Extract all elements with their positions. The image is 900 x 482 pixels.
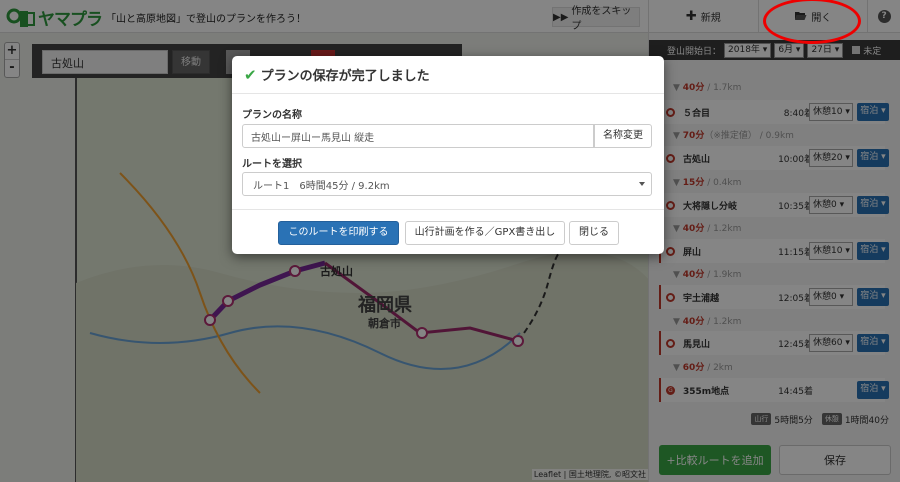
route-select[interactable]: ルート1 6時間45分 / 9.2km <box>242 172 652 196</box>
save-complete-dialog: ✔ プランの保存が完了しました プランの名称 古処山ー屏山ー馬見山 縦走 名称変… <box>232 56 664 254</box>
chevron-down-icon <box>639 182 645 186</box>
dialog-footer: このルートを印刷する 山行計画を作る／GPX書き出し 閉じる <box>232 209 664 254</box>
dialog-title: プランの保存が完了しました <box>260 69 430 84</box>
close-button[interactable]: 閉じる <box>569 221 619 245</box>
rename-button[interactable]: 名称変更 <box>594 124 652 148</box>
plan-name-input[interactable]: 古処山ー屏山ー馬見山 縦走 <box>242 124 594 148</box>
highlight-annotation <box>763 0 861 44</box>
print-route-button[interactable]: このルートを印刷する <box>278 221 399 245</box>
check-icon: ✔ <box>244 65 257 84</box>
route-select-label: ルートを選択 <box>242 159 302 170</box>
dialog-header: ✔ プランの保存が完了しました <box>232 56 664 94</box>
gpx-export-button[interactable]: 山行計画を作る／GPX書き出し <box>405 221 565 245</box>
plan-name-label: プランの名称 <box>242 110 302 121</box>
